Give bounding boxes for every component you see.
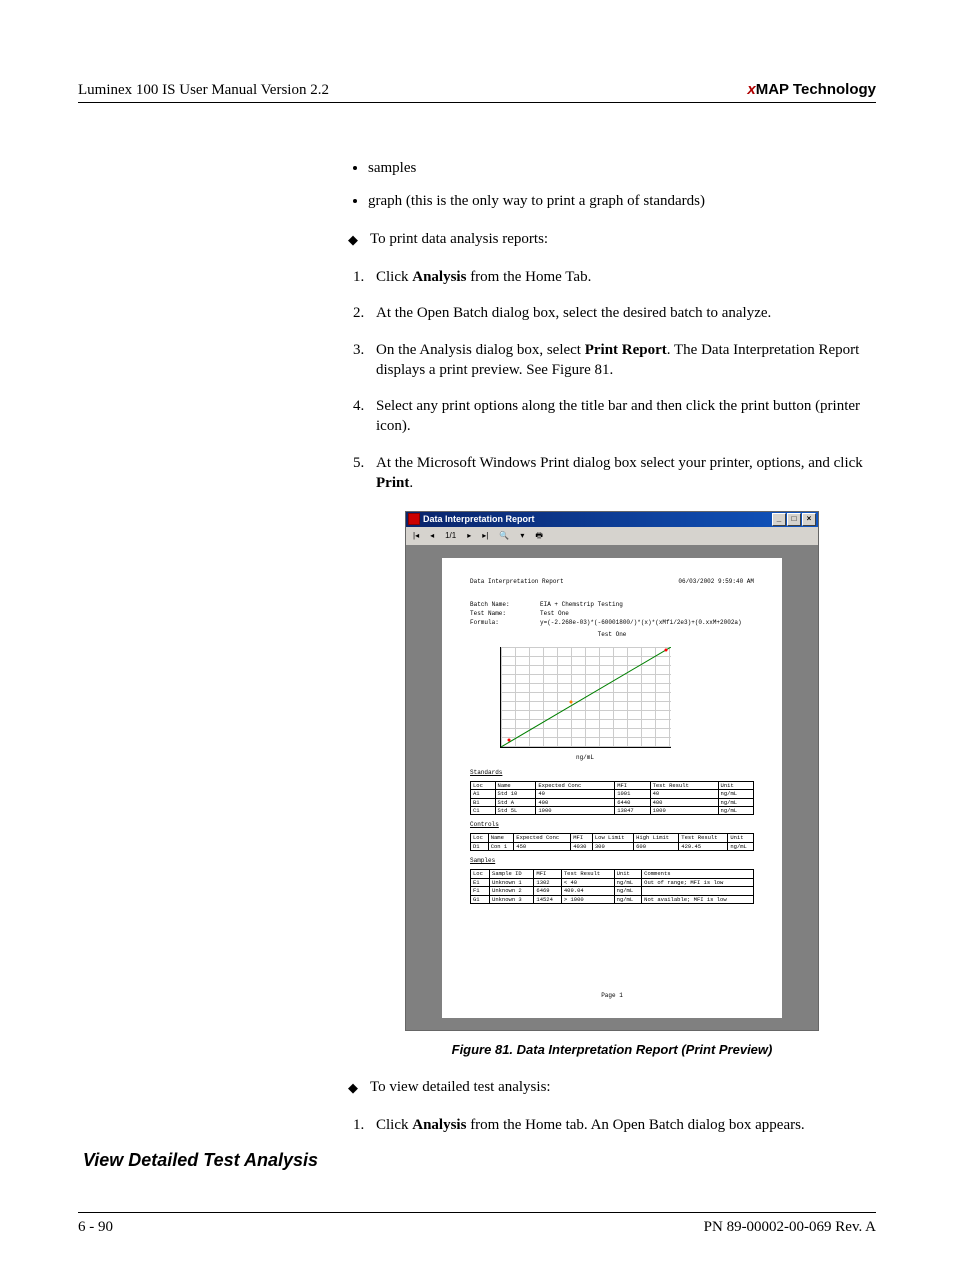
right-column: samples graph (this is the only way to p… xyxy=(348,158,876,1172)
next-page-button[interactable]: ▸ xyxy=(463,528,475,544)
footer-right: PN 89-00002-00-069 Rev. A xyxy=(704,1217,876,1237)
diamond-icon: ◆ xyxy=(348,231,358,249)
standards-title: Standards xyxy=(470,769,754,777)
controls-title: Controls xyxy=(470,821,754,829)
bullet-item: samples xyxy=(368,158,876,178)
figure-81: Data Interpretation Report _ □ × |◂ ◂ 1/… xyxy=(348,511,876,1059)
page-indicator: 1/1 xyxy=(441,528,460,544)
procedure-intro: ◆ To print data analysis reports: xyxy=(348,229,876,249)
report-timestamp: 06/03/2002 9:59:40 AM xyxy=(678,578,754,586)
step-item: Click Analysis from the Home tab. An Ope… xyxy=(368,1115,876,1135)
page-header: Luminex 100 IS User Manual Version 2.2 x… xyxy=(78,80,876,103)
step-item: Select any print options along the title… xyxy=(368,396,876,437)
view-intro-text: To view detailed test analysis: xyxy=(370,1077,551,1097)
zoom-dropdown[interactable]: ▾ xyxy=(516,528,528,544)
step-item: On the Analysis dialog box, select Print… xyxy=(368,340,876,381)
header-right-text: MAP Technology xyxy=(756,81,876,98)
step-item: At the Microsoft Windows Print dialog bo… xyxy=(368,453,876,494)
print-preview-window: Data Interpretation Report _ □ × |◂ ◂ 1/… xyxy=(405,511,819,1031)
page-content: View Detailed Test Analysis samples grap… xyxy=(78,158,876,1172)
window-titlebar[interactable]: Data Interpretation Report _ □ × xyxy=(406,512,818,527)
page-footer: 6 - 90 PN 89-00002-00-069 Rev. A xyxy=(78,1212,876,1237)
section-title-view-detailed: View Detailed Test Analysis xyxy=(78,1150,318,1172)
prev-page-button[interactable]: ◂ xyxy=(426,528,438,544)
maximize-button[interactable]: □ xyxy=(787,513,801,526)
last-page-button[interactable]: ▸| xyxy=(478,528,492,544)
step-item: Click Analysis from the Home Tab. xyxy=(368,267,876,287)
close-button[interactable]: × xyxy=(802,513,816,526)
diamond-icon: ◆ xyxy=(348,1079,358,1097)
view-detailed-intro: ◆ To view detailed test analysis: xyxy=(348,1077,876,1097)
step-item: At the Open Batch dialog box, select the… xyxy=(368,303,876,323)
chart-title: Test One xyxy=(470,631,754,639)
zoom-button[interactable]: 🔍 xyxy=(495,528,513,544)
footer-left: 6 - 90 xyxy=(78,1217,113,1237)
left-column: View Detailed Test Analysis xyxy=(78,158,318,1172)
standards-chart xyxy=(500,647,671,748)
first-page-button[interactable]: |◂ xyxy=(409,528,423,544)
controls-table: LocNameExpected ConcMFILow LimitHigh Lim… xyxy=(470,833,754,851)
steps-list: Click Analysis from the Home Tab. At the… xyxy=(348,267,876,493)
preview-page: Data Interpretation Report 06/03/2002 9:… xyxy=(442,558,782,1018)
report-title: Data Interpretation Report xyxy=(470,578,564,586)
window-title: Data Interpretation Report xyxy=(423,513,535,525)
header-x-prefix: x xyxy=(747,81,755,98)
view-steps-list: Click Analysis from the Home tab. An Ope… xyxy=(348,1115,876,1135)
minimize-button[interactable]: _ xyxy=(772,513,786,526)
standards-table: LocNameExpected ConcMFITest ResultUnitA1… xyxy=(470,781,754,816)
preview-area[interactable]: Data Interpretation Report 06/03/2002 9:… xyxy=(406,546,818,1030)
chart-xlabel: ng/mL xyxy=(500,754,670,762)
samples-title: Samples xyxy=(470,857,754,865)
report-page-number: Page 1 xyxy=(442,992,782,1000)
preview-toolbar: |◂ ◂ 1/1 ▸ ▸| 🔍 ▾ 🖶 xyxy=(406,527,818,546)
header-left: Luminex 100 IS User Manual Version 2.2 xyxy=(78,80,329,100)
figure-caption: Figure 81. Data Interpretation Report (P… xyxy=(348,1041,876,1059)
intro-text: To print data analysis reports: xyxy=(370,229,548,249)
app-icon xyxy=(408,513,420,525)
header-right: xMAP Technology xyxy=(747,80,876,100)
samples-table: LocSample IDMFITest ResultUnitCommentsE1… xyxy=(470,869,754,904)
print-button[interactable]: 🖶 xyxy=(531,528,547,544)
bullet-list: samples graph (this is the only way to p… xyxy=(348,158,876,211)
bullet-item: graph (this is the only way to print a g… xyxy=(368,191,876,211)
